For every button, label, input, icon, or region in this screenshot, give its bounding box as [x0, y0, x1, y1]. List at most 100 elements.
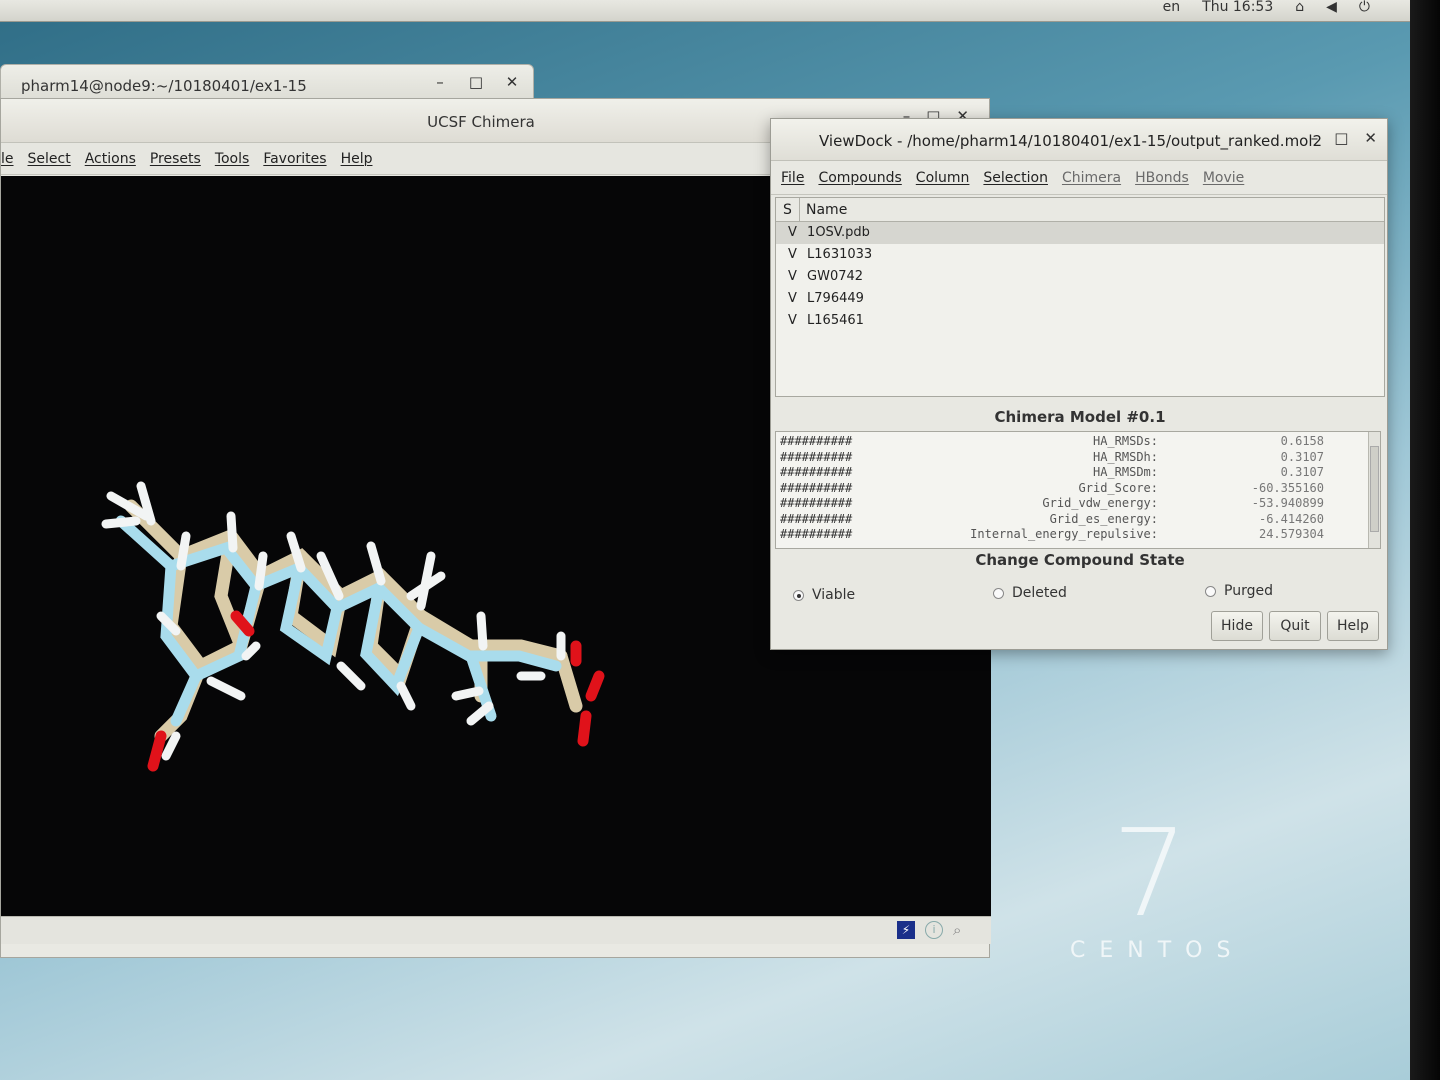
- radio-purged-label: Purged: [1224, 583, 1273, 599]
- system-tray: en Thu 16:53 ⌂ ◀ ⏻: [1163, 0, 1370, 14]
- viewdock-titlebar[interactable]: ViewDock - /home/pharm14/10180401/ex1-15…: [771, 119, 1387, 161]
- quit-button[interactable]: Quit: [1269, 611, 1321, 641]
- column-header-name[interactable]: Name: [800, 198, 847, 221]
- menu-tools[interactable]: Tools: [215, 151, 250, 167]
- property-key: Grid_vdw_energy:: [1042, 496, 1158, 510]
- property-hash: ##########: [780, 511, 853, 526]
- property-row: ########## HA_RMSDs: 0.6158: [776, 434, 1380, 450]
- status-icons: ⚡ i ⌕: [897, 921, 971, 939]
- compound-name: GW0742: [807, 269, 864, 284]
- scrollbar-thumb[interactable]: [1370, 446, 1379, 532]
- radio-deleted-label: Deleted: [1012, 585, 1067, 601]
- viewdock-window-controls: – □ ✕: [1311, 129, 1377, 147]
- compound-state: V: [788, 225, 797, 240]
- minimize-button[interactable]: –: [1311, 129, 1319, 147]
- radio-purged-indicator[interactable]: [1205, 585, 1216, 597]
- property-key: HA_RMSDs:: [1092, 434, 1158, 448]
- compound-name: L1631033: [807, 247, 873, 262]
- property-hash: ##########: [780, 480, 853, 495]
- property-row: ########## Grid_Score: -60.355160: [776, 481, 1380, 497]
- viewdock-title: ViewDock - /home/pharm14/10180401/ex1-15…: [819, 132, 1323, 150]
- property-row: ########## Grid_es_energy: -6.414260: [776, 512, 1380, 528]
- radio-viable[interactable]: Viable: [793, 587, 855, 603]
- property-row: ########## Grid_vdw_energy: -53.940899: [776, 496, 1380, 512]
- input-language-indicator[interactable]: en: [1163, 0, 1181, 14]
- terminal-window-controls: – □ ✕: [431, 73, 521, 91]
- magnifier-icon[interactable]: ⌕: [953, 921, 971, 939]
- minimize-button[interactable]: –: [431, 73, 449, 91]
- viewdock-window: ViewDock - /home/pharm14/10180401/ex1-15…: [770, 118, 1388, 650]
- property-hash: ##########: [780, 449, 853, 464]
- property-value: -53.940899: [1251, 496, 1324, 510]
- compound-state-options: Viable Deleted Purged: [791, 583, 1381, 607]
- compound-row[interactable]: V L796449: [776, 288, 1384, 310]
- compound-state: V: [788, 247, 797, 262]
- maximize-button[interactable]: □: [467, 73, 485, 91]
- power-icon[interactable]: ⏻: [1359, 0, 1370, 14]
- property-value: 0.3107: [1280, 465, 1324, 479]
- property-hash: ##########: [780, 465, 853, 479]
- menu-favorites[interactable]: Favorites: [263, 151, 326, 167]
- menu-select[interactable]: Select: [28, 151, 71, 167]
- menu-help[interactable]: Help: [341, 151, 373, 167]
- menu-column[interactable]: Column: [916, 170, 970, 186]
- property-hash: ##########: [780, 434, 853, 448]
- help-button[interactable]: Help: [1327, 611, 1379, 641]
- compound-row[interactable]: V L165461: [776, 310, 1384, 332]
- compound-row[interactable]: V GW0742: [776, 266, 1384, 288]
- clock[interactable]: Thu 16:53: [1202, 0, 1273, 14]
- property-hash: ##########: [780, 496, 853, 510]
- info-icon[interactable]: i: [925, 921, 943, 939]
- compound-list[interactable]: S Name V 1OSV.pdb V L1631033 V GW0742 V …: [775, 197, 1385, 397]
- command-line-icon[interactable]: ⚡: [897, 921, 915, 939]
- menu-file[interactable]: File: [781, 170, 804, 186]
- network-icon[interactable]: ⌂: [1295, 0, 1304, 14]
- close-button[interactable]: ✕: [1364, 129, 1377, 147]
- menu-selection[interactable]: Selection: [983, 170, 1048, 186]
- volume-icon[interactable]: ◀: [1326, 0, 1337, 14]
- compound-row[interactable]: V L1631033: [776, 244, 1384, 266]
- property-key: Grid_es_energy:: [1049, 511, 1158, 526]
- change-state-header: Change Compound State: [975, 551, 1185, 569]
- compound-state: V: [788, 313, 797, 328]
- property-row: ########## HA_RMSDm: 0.3107: [776, 465, 1380, 481]
- properties-panel[interactable]: ########## HA_RMSDs: 0.6158 ########## H…: [775, 431, 1381, 549]
- maximize-button[interactable]: □: [1334, 129, 1348, 147]
- radio-purged[interactable]: Purged: [1205, 583, 1273, 599]
- terminal-title: pharm14@node9:~/10180401/ex1-15: [21, 77, 307, 95]
- menu-file[interactable]: le: [1, 151, 14, 167]
- property-value: 0.3107: [1280, 449, 1324, 464]
- compound-name: L165461: [807, 313, 864, 328]
- centos-logo-word: CENTOS: [1070, 938, 1245, 963]
- property-hash: ##########: [780, 527, 853, 541]
- property-value: 24.579304: [1258, 527, 1324, 541]
- chimera-status-bar: ⚡ i ⌕: [1, 916, 991, 944]
- close-button[interactable]: ✕: [503, 73, 521, 91]
- model-header: Chimera Model #0.1: [994, 408, 1166, 426]
- menu-compounds[interactable]: Compounds: [818, 170, 901, 186]
- radio-deleted[interactable]: Deleted: [993, 585, 1067, 601]
- centos-logo: 7 CENTOS: [1070, 815, 1245, 964]
- menu-hbonds[interactable]: HBonds: [1135, 170, 1189, 186]
- compound-row[interactable]: V 1OSV.pdb: [776, 222, 1384, 244]
- menu-movie[interactable]: Movie: [1203, 170, 1244, 186]
- menu-chimera[interactable]: Chimera: [1062, 170, 1121, 186]
- property-value: -60.355160: [1251, 480, 1324, 495]
- menu-presets[interactable]: Presets: [150, 151, 201, 167]
- menu-actions[interactable]: Actions: [85, 151, 136, 167]
- radio-deleted-indicator[interactable]: [993, 587, 1004, 599]
- compound-name: L796449: [807, 291, 864, 306]
- properties-scrollbar[interactable]: [1368, 432, 1380, 548]
- column-header-state[interactable]: S: [776, 198, 800, 221]
- hide-button[interactable]: Hide: [1211, 611, 1263, 641]
- property-value: 0.6158: [1280, 434, 1324, 448]
- property-value: -6.414260: [1258, 511, 1324, 526]
- property-key: Internal_energy_repulsive:: [970, 527, 1158, 541]
- property-key: Grid_Score:: [1078, 480, 1158, 495]
- property-row: ########## Internal_energy_repulsive: 24…: [776, 527, 1380, 543]
- compound-list-header: S Name: [776, 198, 1384, 222]
- radio-viable-label: Viable: [812, 587, 856, 603]
- property-row: ########## HA_RMSDh: 0.3107: [776, 450, 1380, 466]
- radio-viable-indicator[interactable]: [793, 589, 804, 601]
- viewdock-menubar: File Compounds Column Selection Chimera …: [771, 161, 1387, 195]
